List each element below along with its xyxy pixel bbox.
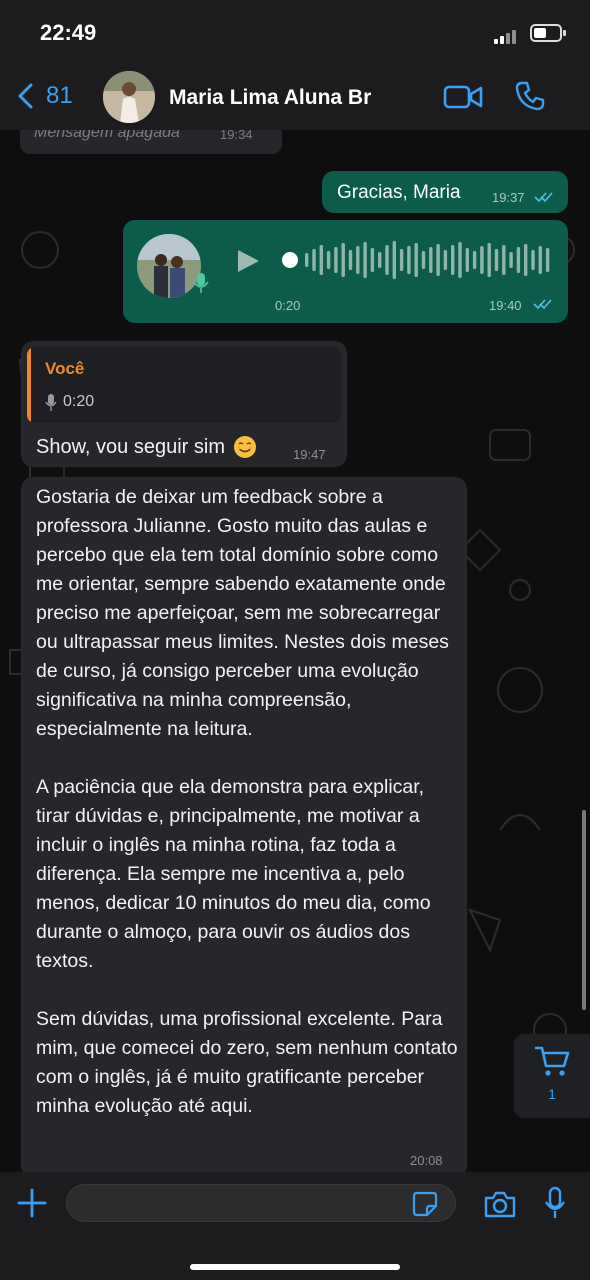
waveform-bar bbox=[480, 246, 484, 274]
status-time: 22:49 bbox=[40, 20, 97, 45]
incoming-message-bubble[interactable]: Gostaria de deixar um feedback sobre a p… bbox=[21, 477, 467, 1172]
chat-header: 81 Maria Lima Aluna Br bbox=[0, 64, 590, 130]
outgoing-message-bubble[interactable]: Gracias, Maria 19:37 bbox=[322, 171, 568, 213]
quote-author: Você bbox=[45, 359, 85, 378]
signal-icon bbox=[494, 28, 522, 44]
microphone-icon bbox=[193, 273, 209, 293]
waveform-bar bbox=[407, 246, 411, 274]
waveform-bar bbox=[305, 253, 309, 267]
contact-avatar[interactable] bbox=[103, 71, 155, 123]
waveform-bar bbox=[531, 250, 535, 270]
audio-waveform[interactable] bbox=[281, 238, 551, 282]
deleted-message-bubble[interactable]: Mensagem apagada 19:34 bbox=[20, 130, 282, 154]
waveform-bar bbox=[545, 248, 550, 272]
waveform-bar bbox=[363, 242, 367, 278]
waveform-bar bbox=[421, 251, 426, 269]
home-indicator[interactable] bbox=[190, 1264, 400, 1270]
phone-icon[interactable] bbox=[514, 80, 546, 112]
waveform-bar bbox=[524, 244, 528, 276]
play-icon[interactable] bbox=[235, 248, 261, 274]
waveform-bar bbox=[378, 252, 382, 268]
unread-count: 81 bbox=[46, 82, 73, 109]
waveform-bar bbox=[429, 247, 433, 273]
message-text: Gracias, Maria bbox=[337, 182, 461, 203]
quoted-message[interactable]: Você 0:20 bbox=[27, 347, 341, 423]
quote-accent-bar bbox=[27, 347, 31, 423]
voice-duration: 0:20 bbox=[275, 298, 301, 313]
waveform-bar bbox=[494, 249, 499, 271]
deleted-message-text: Mensagem apagada bbox=[34, 130, 180, 141]
message-time: 19:34 bbox=[220, 130, 253, 142]
cart-count: 1 bbox=[548, 1086, 556, 1102]
waveform-bar bbox=[472, 251, 477, 269]
waveform-bar bbox=[443, 250, 448, 270]
message-time: 19:47 bbox=[293, 447, 326, 462]
back-button[interactable]: 81 bbox=[14, 80, 73, 112]
waveform-bar bbox=[436, 244, 440, 276]
status-bar: 22:49 bbox=[0, 0, 590, 64]
waveform-bar bbox=[319, 245, 323, 275]
waveform-bar bbox=[392, 241, 396, 279]
read-receipt-icon bbox=[534, 192, 553, 203]
message-text-row: Show, vou seguir sim bbox=[36, 435, 257, 459]
waveform-bar bbox=[399, 249, 404, 271]
waveform-bar bbox=[356, 246, 360, 274]
microphone-icon[interactable] bbox=[544, 1186, 566, 1220]
message-time: 19:37 bbox=[492, 190, 525, 205]
battery-icon bbox=[530, 24, 566, 42]
waveform-bar bbox=[516, 247, 521, 273]
message-text: Show, vou seguir sim bbox=[36, 435, 225, 458]
waveform-bar bbox=[370, 248, 375, 272]
waveform-bar bbox=[385, 245, 389, 275]
waveform-bar bbox=[348, 250, 353, 270]
message-text: Gostaria de deixar um feedback sobre a p… bbox=[36, 486, 458, 1117]
waveform-bar bbox=[414, 243, 418, 277]
cart-icon bbox=[534, 1046, 570, 1076]
video-call-icon[interactable] bbox=[443, 82, 483, 112]
waveform-bar bbox=[312, 249, 316, 271]
waveform-bar bbox=[326, 251, 331, 269]
waveform-bar bbox=[465, 248, 469, 272]
scroll-indicator[interactable] bbox=[582, 810, 586, 1010]
smiling-face-icon bbox=[233, 436, 256, 458]
microphone-icon bbox=[45, 394, 57, 411]
chat-area[interactable]: Mensagem apagada 19:34 Gracias, Maria 19… bbox=[0, 130, 590, 1172]
message-composer bbox=[0, 1172, 590, 1280]
message-input[interactable] bbox=[66, 1184, 456, 1222]
waveform-bar bbox=[502, 245, 506, 275]
waveform-bar bbox=[538, 246, 542, 274]
waveform-bar bbox=[341, 243, 345, 277]
incoming-reply-bubble[interactable]: Você 0:20 Show, vou seguir sim 19:47 bbox=[21, 341, 347, 467]
contact-name[interactable]: Maria Lima Aluna Br bbox=[169, 86, 371, 110]
waveform-bar bbox=[487, 243, 491, 277]
message-time: 20:08 bbox=[410, 1153, 443, 1168]
voice-sender-avatar bbox=[137, 234, 201, 298]
cart-button[interactable]: 1 bbox=[514, 1034, 590, 1118]
waveform-bar bbox=[458, 242, 462, 278]
message-time: 19:40 bbox=[489, 298, 522, 313]
waveform-bar bbox=[334, 247, 338, 273]
quote-duration: 0:20 bbox=[63, 393, 95, 410]
waveform-bar bbox=[451, 245, 455, 275]
voice-message-bubble[interactable]: 0:20 19:40 bbox=[123, 220, 568, 323]
waveform-bar bbox=[509, 252, 513, 268]
camera-icon[interactable] bbox=[483, 1190, 517, 1218]
back-chevron-icon bbox=[18, 83, 33, 109]
read-receipt-icon bbox=[533, 299, 552, 310]
plus-icon[interactable] bbox=[17, 1188, 47, 1218]
sticker-icon[interactable] bbox=[412, 1191, 438, 1217]
